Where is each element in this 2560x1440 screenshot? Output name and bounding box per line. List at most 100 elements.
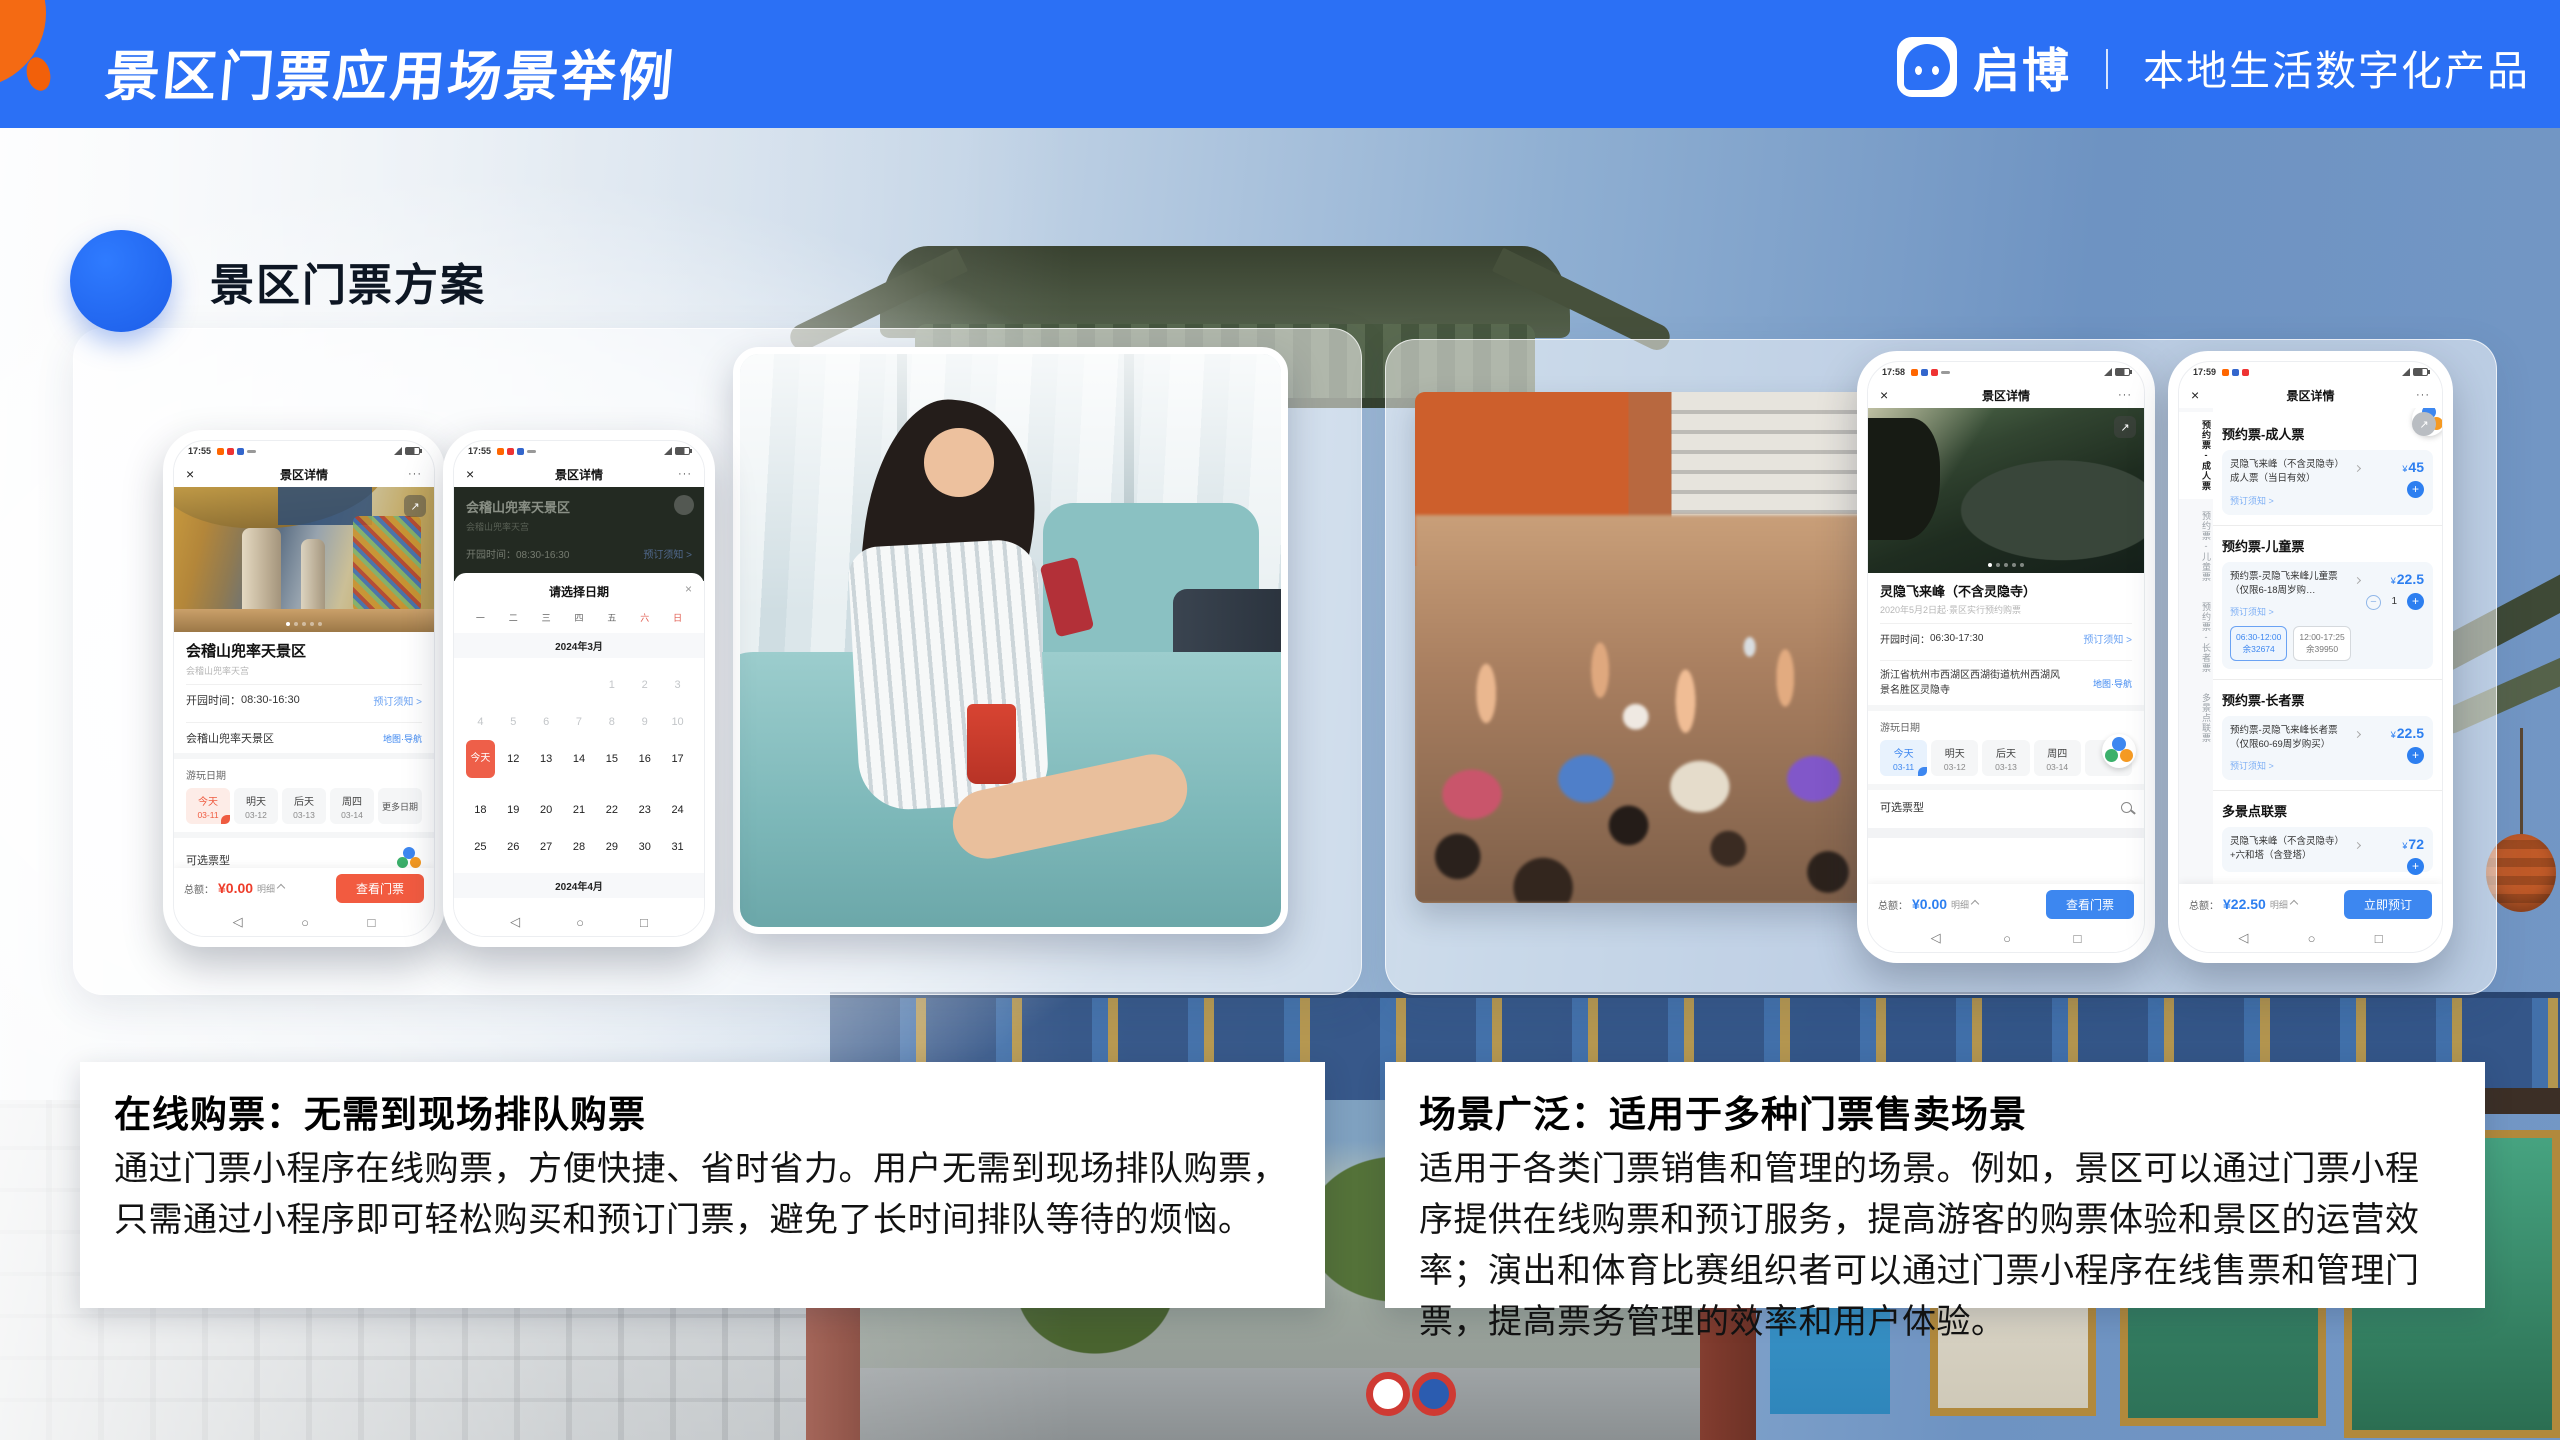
remove-ticket-button[interactable]: −: [2366, 595, 2381, 610]
calendar-day[interactable]: 30: [628, 835, 661, 859]
ticket-card[interactable]: 预约票-灵隐飞来峰长者票（仅限60-69周岁购买） ¥22.5 + 预订须知 >: [2222, 716, 2433, 781]
search-icon[interactable]: [2121, 802, 2132, 813]
carousel-dots: [1868, 563, 2144, 567]
home-icon[interactable]: ○: [2003, 931, 2011, 946]
calendar-day[interactable]: 10: [661, 710, 694, 734]
calendar-day[interactable]: 18: [464, 798, 497, 822]
more-icon[interactable]: ···: [2118, 389, 2132, 401]
sidebar-category[interactable]: 多景点联票: [2179, 685, 2213, 751]
home-icon[interactable]: ○: [301, 915, 309, 930]
add-ticket-button[interactable]: +: [2407, 858, 2424, 875]
ticket-title: 预约票-灵隐飞来峰儿童票（仅限6-18周岁购…: [2230, 570, 2347, 599]
calendar-day[interactable]: 14: [563, 747, 596, 771]
detail-label[interactable]: 明细: [257, 882, 275, 895]
time-slot-selected[interactable]: 06:30-12:00 余32674: [2230, 626, 2287, 661]
calendar-day[interactable]: 25: [464, 835, 497, 859]
more-icon[interactable]: ···: [2416, 389, 2430, 401]
calendar-day[interactable]: 2: [628, 673, 661, 697]
calendar-day[interactable]: 23: [628, 798, 661, 822]
calendar-day[interactable]: 19: [497, 798, 530, 822]
calendar-day[interactable]: 31: [661, 835, 694, 859]
calendar-day[interactable]: 29: [595, 835, 628, 859]
calendar-day[interactable]: 1: [595, 673, 628, 697]
add-ticket-button[interactable]: +: [2407, 481, 2424, 498]
miniapp-cluster-icon: [2102, 734, 2136, 768]
detail-label[interactable]: 明细: [1951, 898, 1969, 911]
calendar-day[interactable]: 24: [661, 798, 694, 822]
date-chip[interactable]: 今天 03-11: [1880, 740, 1927, 776]
section-title: 景区门票方案: [210, 249, 486, 313]
share-icon[interactable]: ↗: [404, 495, 426, 517]
ticket-card[interactable]: 灵隐飞来峰（不含灵隐寺）+六和塔（含登塔） ¥72 +: [2222, 827, 2433, 872]
detail-label[interactable]: 明细: [2270, 898, 2288, 911]
calendar-day[interactable]: 16: [628, 747, 661, 771]
add-ticket-button[interactable]: +: [2407, 593, 2424, 610]
date-chip[interactable]: 今天 03-11: [186, 788, 230, 824]
calendar-day[interactable]: 21: [563, 798, 596, 822]
calendar-day[interactable]: 22: [595, 798, 628, 822]
calendar-day[interactable]: 今天: [466, 740, 495, 778]
calendar-day[interactable]: 4: [464, 710, 497, 734]
booking-notice-link[interactable]: 预订须知 >: [2230, 605, 2425, 618]
date-chip[interactable]: 明天 03-12: [1931, 740, 1978, 776]
time-slot[interactable]: 12:00-17:25 余39950: [2293, 626, 2350, 661]
booking-notice-link[interactable]: 预订须知 >: [2083, 631, 2132, 646]
share-icon[interactable]: ↗: [2114, 416, 2136, 438]
back-icon[interactable]: ◁: [510, 914, 520, 930]
scenic-name: 会稽山兜率天景区: [186, 640, 422, 661]
back-icon[interactable]: ◁: [1931, 930, 1941, 946]
striped-dress: [847, 538, 1050, 811]
date-chip[interactable]: 周四 03-14: [330, 788, 374, 824]
calendar-day[interactable]: 28: [563, 835, 596, 859]
calendar-day[interactable]: 6: [530, 710, 563, 734]
calendar-day[interactable]: [530, 673, 563, 697]
booking-notice-link[interactable]: 预订须知 >: [373, 693, 422, 708]
sidebar-category[interactable]: 预约票-成人票: [2179, 412, 2213, 499]
date-chip[interactable]: 周四 03-14: [2034, 740, 2081, 776]
date-chip[interactable]: 后天 03-13: [1982, 740, 2029, 776]
book-now-button[interactable]: 立即预订: [2344, 890, 2432, 919]
home-icon[interactable]: ○: [2308, 931, 2316, 946]
calendar-day[interactable]: 7: [563, 710, 596, 734]
recents-icon[interactable]: □: [2375, 931, 2383, 946]
calendar-day[interactable]: 5: [497, 710, 530, 734]
calendar-day[interactable]: 26: [497, 835, 530, 859]
calendar-day[interactable]: 9: [628, 710, 661, 734]
view-tickets-button[interactable]: 查看门票: [336, 874, 424, 903]
recents-icon[interactable]: □: [368, 915, 376, 930]
phone-screen: 17:55 × 景区详情 ··· 会稽山兜率天景区 会稽山兜率天宫 开园时间：0…: [453, 440, 705, 937]
more-icon[interactable]: ···: [408, 468, 422, 480]
calendar-day[interactable]: 20: [530, 798, 563, 822]
map-nav[interactable]: 地图·导航: [2093, 677, 2132, 690]
sidebar-category[interactable]: 预约票-长者票: [2179, 594, 2213, 681]
recents-icon[interactable]: □: [640, 915, 648, 930]
calendar-day[interactable]: [464, 673, 497, 697]
booking-notice-link[interactable]: 预订须知 >: [2230, 494, 2425, 507]
calendar-day[interactable]: 13: [530, 747, 563, 771]
view-tickets-button[interactable]: 查看门票: [2046, 890, 2134, 919]
calendar-day[interactable]: 8: [595, 710, 628, 734]
ticket-card[interactable]: 预约票-灵隐飞来峰儿童票（仅限6-18周岁购… ¥22.5 − 1 + 预订须知…: [2222, 562, 2433, 669]
home-icon[interactable]: ○: [576, 915, 584, 930]
date-chip[interactable]: 明天 03-12: [234, 788, 278, 824]
back-icon[interactable]: ◁: [233, 914, 243, 930]
calendar-day[interactable]: 27: [530, 835, 563, 859]
calendar-day[interactable]: 3: [661, 673, 694, 697]
more-icon[interactable]: ···: [678, 468, 692, 480]
share-icon[interactable]: ↗: [2412, 412, 2436, 436]
sidebar-category[interactable]: 预约票-儿童票: [2179, 503, 2213, 590]
more-dates-chip[interactable]: 更多日期: [378, 788, 422, 824]
date-chip[interactable]: 后天 03-13: [282, 788, 326, 824]
modal-close-icon[interactable]: ×: [685, 582, 692, 596]
ticket-card[interactable]: 灵隐飞来峰（不含灵隐寺）成人票（当日有效） ¥45 + 预订须知 >: [2222, 450, 2433, 515]
calendar-day[interactable]: [563, 673, 596, 697]
back-icon[interactable]: ◁: [2238, 930, 2248, 946]
map-nav[interactable]: 地图·导航: [383, 732, 422, 745]
calendar-day[interactable]: 12: [497, 747, 530, 771]
add-ticket-button[interactable]: +: [2407, 747, 2424, 764]
calendar-day[interactable]: 15: [595, 747, 628, 771]
booking-notice-link[interactable]: 预订须知 >: [2230, 759, 2425, 772]
calendar-day[interactable]: [497, 673, 530, 697]
recents-icon[interactable]: □: [2074, 931, 2082, 946]
calendar-day[interactable]: 17: [661, 747, 694, 771]
